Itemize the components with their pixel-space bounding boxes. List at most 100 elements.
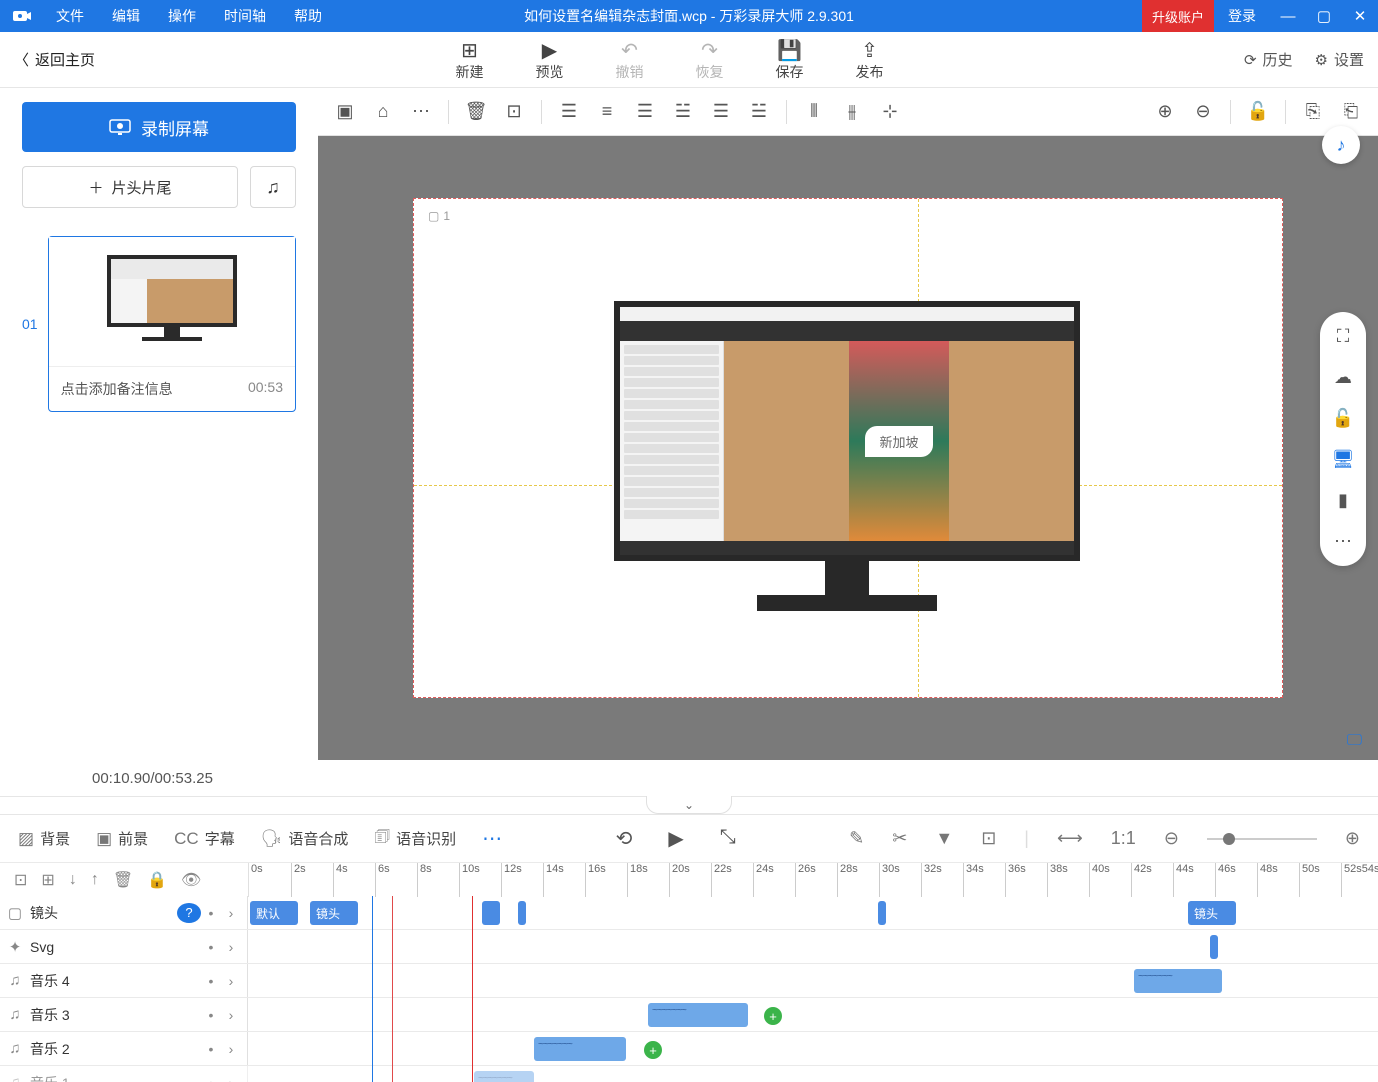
preview-mini-icon[interactable]: 🖵 — [1347, 732, 1362, 750]
track-menu[interactable]: • — [201, 905, 221, 921]
music-button[interactable]: ♫ — [250, 166, 296, 208]
play-button-icon[interactable]: ▶ — [668, 826, 683, 851]
track-strip[interactable] — [248, 964, 1378, 997]
align-bottom-icon[interactable]: ☱ — [740, 96, 778, 128]
track-menu[interactable]: • — [201, 1041, 221, 1057]
menu-edit[interactable]: 编辑 — [98, 0, 154, 32]
lock-track-icon[interactable]: 🔒 — [147, 870, 167, 890]
canvas-tool-icon[interactable]: ⊹ — [871, 96, 909, 128]
align-center-h-icon[interactable]: ≡ — [588, 96, 626, 128]
settings-button[interactable]: ⚙设置 — [1315, 49, 1364, 70]
clip-shot[interactable]: 镜头 — [310, 901, 358, 925]
track-menu[interactable]: • — [201, 939, 221, 955]
align-top-icon[interactable]: ☱ — [664, 96, 702, 128]
clip-default[interactable]: 默认 — [250, 901, 298, 925]
clip-segment[interactable] — [518, 901, 526, 925]
track-expand[interactable]: › — [221, 1041, 241, 1057]
trash-track-icon[interactable]: 🗑 — [113, 870, 133, 890]
track-strip[interactable]: 默认 镜头 镜头 — [248, 896, 1378, 929]
canvas-monitor-element[interactable]: 新加坡 — [614, 301, 1080, 611]
track-menu[interactable]: • — [201, 973, 221, 989]
redo-button[interactable]: ↷恢复 — [669, 38, 749, 82]
publish-button[interactable]: ⇪发布 — [829, 38, 909, 82]
upgrade-button[interactable]: 升级账户 — [1142, 0, 1214, 32]
zoom-in-timeline-icon[interactable]: ⊕ — [1345, 828, 1360, 849]
bg-tab[interactable]: ▨背景 — [18, 828, 70, 849]
intro-outro-button[interactable]: ＋片头片尾 — [22, 166, 238, 208]
zoom-thumb[interactable] — [1223, 833, 1235, 845]
audio-clip[interactable] — [474, 1071, 534, 1082]
desktop-view-icon[interactable]: 🖥 — [1332, 449, 1355, 470]
add-clip-button[interactable]: + — [764, 1007, 782, 1025]
subtitle-tab[interactable]: CC字幕 — [174, 828, 235, 849]
history-button[interactable]: ⟳历史 — [1244, 49, 1293, 70]
trash-icon[interactable]: 🗑 — [457, 96, 495, 128]
help-badge[interactable]: ? — [177, 903, 201, 923]
add-clip-button[interactable]: + — [644, 1041, 662, 1059]
zoom-out-timeline-icon[interactable]: ⊖ — [1164, 828, 1179, 849]
cut-tool-icon[interactable]: ✂ — [892, 828, 907, 849]
audio-clip[interactable] — [1134, 969, 1222, 993]
clip-segment[interactable] — [1210, 935, 1218, 959]
save-button[interactable]: 💾保存 — [749, 38, 829, 82]
back-home-button[interactable]: 〈 返回主页 — [14, 49, 95, 70]
track-strip[interactable] — [248, 930, 1378, 963]
copy-icon[interactable]: ⎘ — [1294, 96, 1332, 128]
more-icon[interactable]: ⋯ — [402, 96, 440, 128]
fg-tab[interactable]: ▣前景 — [96, 828, 148, 849]
align-left-icon[interactable]: ☰ — [550, 96, 588, 128]
collapse-handle[interactable]: ⌄ — [646, 796, 732, 814]
zoom-out-icon[interactable]: ⊖ — [1184, 96, 1222, 128]
track-menu[interactable]: • — [201, 1007, 221, 1023]
up-icon[interactable]: ↑ — [91, 871, 99, 889]
expand-icon[interactable]: ⤡ — [720, 826, 736, 851]
timeline-ruler[interactable]: 0s2s4s6s8s10s12s14s16s18s20s22s24s26s28s… — [248, 863, 1378, 897]
track-expand[interactable]: › — [221, 1075, 241, 1082]
clip-shot-end[interactable]: 镜头 — [1188, 901, 1236, 925]
audio-clip[interactable] — [534, 1037, 626, 1061]
close-button[interactable]: ✕ — [1342, 0, 1378, 32]
canvas-tool-icon[interactable]: ▣ — [326, 96, 364, 128]
track-strip[interactable] — [248, 1066, 1378, 1082]
add-track-icon[interactable]: ⊡ — [14, 870, 27, 890]
new-button[interactable]: ⊞新建 — [429, 38, 509, 82]
clip-segment[interactable] — [482, 901, 500, 925]
track-expand[interactable]: › — [221, 905, 241, 921]
menu-help[interactable]: 帮助 — [280, 0, 336, 32]
ratio-icon[interactable]: 1:1 — [1111, 828, 1136, 849]
more-tabs-button[interactable]: ⋯ — [482, 826, 502, 851]
fullscreen-icon[interactable]: ⛶ — [1337, 326, 1350, 347]
tool-icon[interactable]: ⊡ — [981, 828, 996, 849]
minimize-button[interactable]: — — [1270, 0, 1306, 32]
rewind-icon[interactable]: ⟲ — [616, 826, 633, 851]
bgm-float-button[interactable]: ♪ — [1322, 126, 1360, 164]
paste-icon[interactable]: ⎗ — [1332, 96, 1370, 128]
distribute-h-icon[interactable]: ⫴ — [795, 96, 833, 128]
maximize-button[interactable]: ▢ — [1306, 0, 1342, 32]
zoom-in-icon[interactable]: ⊕ — [1146, 96, 1184, 128]
eye-icon[interactable]: 👁 — [181, 870, 201, 890]
lock-open-icon[interactable]: 🔓 — [1332, 408, 1354, 429]
edit-tool-icon[interactable]: ✎ — [849, 828, 864, 849]
track-strip[interactable]: + — [248, 1032, 1378, 1065]
menu-action[interactable]: 操作 — [154, 0, 210, 32]
track-menu[interactable]: • — [201, 1075, 221, 1082]
align-right-icon[interactable]: ☰ — [626, 96, 664, 128]
clip-segment[interactable] — [878, 901, 886, 925]
track-strip[interactable]: + — [248, 998, 1378, 1031]
preview-button[interactable]: ▶预览 — [509, 38, 589, 82]
record-screen-button[interactable]: 录制屏幕 — [22, 102, 296, 152]
track-expand[interactable]: › — [221, 939, 241, 955]
mobile-view-icon[interactable]: ▮ — [1338, 490, 1348, 511]
distribute-v-icon[interactable]: ⫵ — [833, 96, 871, 128]
menu-file[interactable]: 文件 — [42, 0, 98, 32]
asr-tab[interactable]: 🗊语音识别 — [374, 824, 456, 853]
align-middle-icon[interactable]: ☰ — [702, 96, 740, 128]
filter-icon[interactable]: ▼ — [935, 828, 953, 849]
tts-tab[interactable]: 🗣语音合成 — [261, 828, 349, 849]
track-expand[interactable]: › — [221, 973, 241, 989]
undo-button[interactable]: ↶撤销 — [589, 38, 669, 82]
menu-timeline[interactable]: 时间轴 — [210, 0, 280, 32]
crop-icon[interactable]: ⊡ — [495, 96, 533, 128]
login-button[interactable]: 登录 — [1214, 0, 1270, 32]
